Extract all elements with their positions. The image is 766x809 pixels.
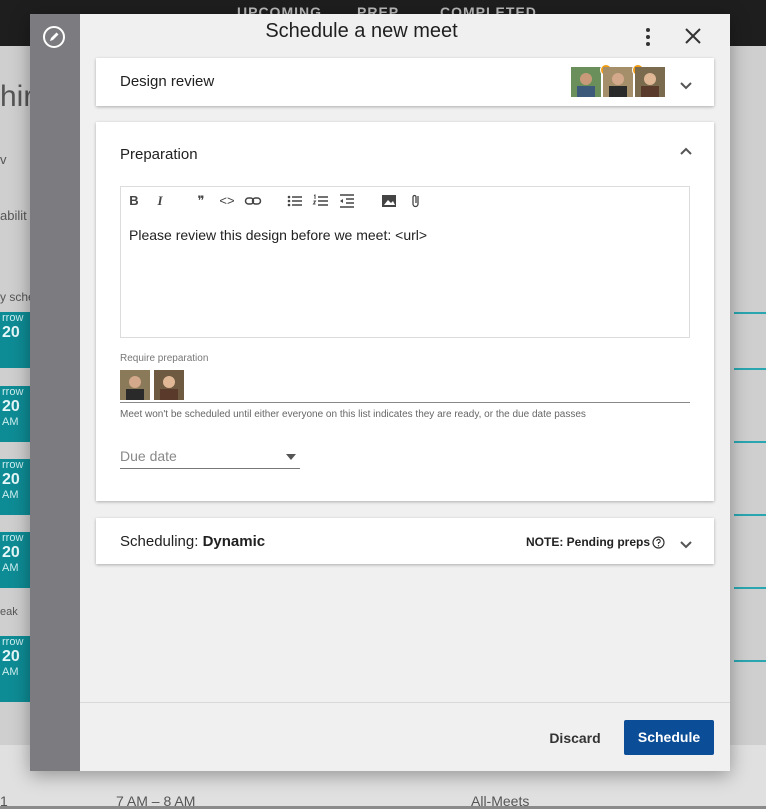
scheduling-prefix: Scheduling: — [120, 533, 203, 550]
background-meet-card[interactable]: rrow 20 — [0, 312, 30, 368]
scheduling-mode: Dynamic — [202, 533, 266, 550]
card-date: 20 — [2, 398, 20, 415]
card-text: rrow — [2, 636, 24, 648]
background-heading-fragment: hir — [0, 80, 34, 113]
require-preparation-label: Require preparation — [120, 353, 209, 364]
rich-text-editor[interactable]: B I ❞ <> Please review this design befor… — [120, 186, 690, 338]
background-meet-card[interactable]: rrow 20 AM — [0, 636, 30, 702]
dialog-side-rail — [30, 14, 80, 771]
calendar-line — [734, 312, 766, 314]
code-button[interactable]: <> — [218, 193, 236, 209]
chevron-up-icon[interactable] — [678, 143, 694, 159]
more-vert-icon[interactable] — [638, 25, 658, 49]
scheduling-label: Scheduling: Dynamic — [120, 533, 265, 550]
bottom-number: 1 — [0, 793, 8, 809]
background-text-fragment: abilit — [0, 208, 27, 223]
schedule-meet-dialog: Schedule a new meet Design review Prepar… — [30, 14, 730, 771]
help-circle-icon[interactable] — [652, 536, 665, 549]
italic-button[interactable]: I — [151, 193, 169, 209]
card-time: AM — [2, 489, 19, 501]
dropdown-arrow-icon — [286, 454, 296, 460]
preparation-heading: Preparation — [120, 146, 198, 163]
chevron-down-icon[interactable] — [678, 537, 694, 553]
background-meet-card[interactable]: rrow 20 AM — [0, 459, 30, 515]
due-date-select[interactable]: Due date — [120, 446, 300, 469]
schedule-button[interactable]: Schedule — [624, 720, 714, 755]
scheduling-note: NOTE: Pending preps — [526, 535, 651, 549]
bold-button[interactable]: B — [125, 193, 143, 209]
calendar-line — [734, 514, 766, 516]
background-meet-card[interactable]: rrow 20 AM — [0, 386, 30, 442]
scheduling-card[interactable]: Scheduling: Dynamic NOTE: Pending preps — [96, 518, 714, 564]
bulleted-list-icon[interactable] — [286, 193, 304, 209]
required-person-avatar[interactable] — [154, 370, 184, 400]
card-time: AM — [2, 666, 19, 678]
avatar[interactable] — [603, 67, 633, 97]
background-meet-card[interactable]: rrow 20 AM — [0, 532, 30, 588]
required-person-avatar[interactable] — [120, 370, 150, 400]
chevron-down-icon[interactable] — [678, 78, 694, 94]
bottom-time: 7 AM – 8 AM — [116, 793, 196, 809]
editor-body-text: Please review this design before we meet… — [129, 227, 428, 243]
card-date: 20 — [2, 544, 20, 561]
calendar-line — [734, 587, 766, 589]
card-time: AM — [2, 562, 19, 574]
link-icon[interactable] — [244, 193, 262, 209]
footer-divider — [80, 702, 730, 703]
card-text: rrow — [2, 312, 24, 324]
calendar-line — [734, 368, 766, 370]
avatar[interactable] — [571, 67, 601, 97]
discard-button[interactable]: Discard — [544, 720, 606, 756]
card-text: rrow — [2, 532, 24, 544]
require-preparation-hint: Meet won't be scheduled until either eve… — [120, 409, 586, 420]
card-time: AM — [2, 416, 19, 428]
image-icon[interactable] — [380, 193, 398, 209]
indent-icon[interactable] — [338, 193, 356, 209]
avatar[interactable] — [635, 67, 665, 97]
card-date: 20 — [2, 324, 20, 341]
attach-icon[interactable] — [407, 193, 425, 209]
background-text-fragment: v — [0, 152, 7, 167]
calendar-line — [734, 660, 766, 662]
calendar-line — [734, 441, 766, 443]
card-text: rrow — [2, 459, 24, 471]
dialog-title: Schedule a new meet — [265, 20, 458, 42]
preparation-card: Preparation B I ❞ <> Please review this … — [96, 122, 714, 501]
due-date-placeholder: Due date — [120, 448, 177, 464]
edit-icon[interactable] — [42, 25, 66, 49]
meeting-name: Design review — [120, 73, 215, 90]
require-preparation-underline — [120, 402, 690, 403]
card-date: 20 — [2, 648, 20, 665]
close-icon[interactable] — [682, 25, 704, 47]
numbered-list-icon[interactable] — [312, 193, 330, 209]
card-text: rrow — [2, 386, 24, 398]
quote-button[interactable]: ❞ — [192, 193, 210, 209]
card-date: 20 — [2, 471, 20, 488]
background-text-fragment: eak — [0, 606, 18, 618]
bottom-label: All-Meets — [471, 793, 530, 809]
meeting-card[interactable]: Design review — [96, 58, 714, 106]
